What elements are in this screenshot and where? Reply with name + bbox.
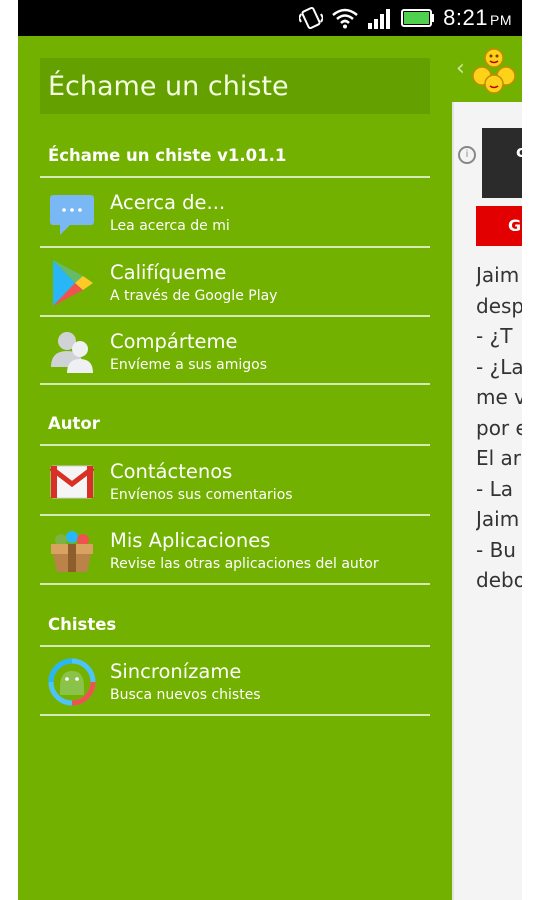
menu-item-subtitle: Envíeme a sus amigos: [110, 357, 268, 373]
menu-item-sincronizame[interactable]: Sincronízame Busca nuevos chistes: [40, 648, 430, 716]
section-title-autor: Autor: [48, 414, 100, 433]
ad-banner[interactable]: c: [482, 128, 522, 198]
signal-icon: [368, 9, 391, 29]
menu-item-contactenos[interactable]: Contáctenos Envíenos sus comentarios: [40, 448, 430, 516]
navigation-drawer: Échame un chiste Échame un chiste v1.01.…: [18, 36, 452, 900]
menu-item-title: Mis Aplicaciones: [110, 529, 271, 552]
divider: [40, 176, 430, 178]
divider: [40, 383, 430, 385]
divider: [40, 246, 430, 248]
ad-info-icon[interactable]: i: [458, 146, 476, 164]
menu-item-comparteme[interactable]: Compárteme Envíeme a sus amigos: [40, 318, 430, 386]
divider: [40, 645, 430, 647]
divider: [40, 315, 430, 317]
menu-item-title: Sincronízame: [110, 660, 242, 683]
vibrate-icon: [299, 6, 324, 30]
divider: [40, 714, 430, 716]
menu-item-title: Compárteme: [110, 330, 238, 353]
menu-item-subtitle: Envíenos sus comentarios: [110, 487, 293, 503]
menu-item-title: Contáctenos: [110, 460, 233, 483]
section-title-chistes: Chistes: [48, 615, 117, 634]
menu-item-subtitle: Lea acerca de mi: [110, 218, 230, 234]
action-bar: ‹: [452, 36, 522, 102]
gmail-icon: [46, 456, 98, 508]
menu-item-califiqueme[interactable]: Califíqueme A través de Google Play: [40, 249, 430, 317]
chat-bubble-icon: [46, 187, 98, 239]
back-chevron-icon[interactable]: ‹: [456, 56, 465, 81]
drawer-title: Échame un chiste: [40, 58, 430, 114]
menu-item-subtitle: Revise las otras aplicaciones del autor: [110, 556, 379, 572]
joke-text: Jaim desp - ¿T - ¿La me v por e El ar - …: [476, 263, 522, 592]
divider: [40, 583, 430, 585]
menu-item-subtitle: Busca nuevos chistes: [110, 687, 261, 703]
menu-item-acerca[interactable]: Acerca de... Lea acerca de mi: [40, 179, 430, 247]
app-logo-icon[interactable]: [470, 46, 518, 94]
main-content: ‹ c i G Jaim desp - ¿T - ¿La me v por e …: [452, 36, 522, 900]
status-time: 8:21 PM: [443, 5, 512, 30]
gift-box-icon: [46, 525, 98, 577]
people-icon: [46, 326, 98, 378]
phone-screen: 8:21 PM ‹ c i G Jaim desp - ¿T - ¿La me …: [18, 0, 522, 900]
status-bar: 8:21 PM: [18, 0, 522, 36]
wifi-icon: [332, 8, 358, 29]
menu-item-subtitle: A través de Google Play: [110, 288, 278, 304]
sync-android-icon: [46, 656, 98, 708]
menu-item-title: Acerca de...: [110, 191, 226, 214]
battery-icon: [401, 9, 435, 27]
joke-panel: c i G Jaim desp - ¿T - ¿La me v por e El…: [452, 102, 522, 900]
menu-item-title: Califíqueme: [110, 261, 227, 284]
google-play-icon: [46, 257, 98, 309]
divider: [40, 444, 430, 446]
section-title-app: Échame un chiste v1.01.1: [48, 146, 287, 165]
divider: [40, 514, 430, 516]
menu-item-mis-aplicaciones[interactable]: Mis Aplicaciones Revise las otras aplica…: [40, 517, 430, 585]
red-action-button[interactable]: G: [476, 206, 522, 246]
